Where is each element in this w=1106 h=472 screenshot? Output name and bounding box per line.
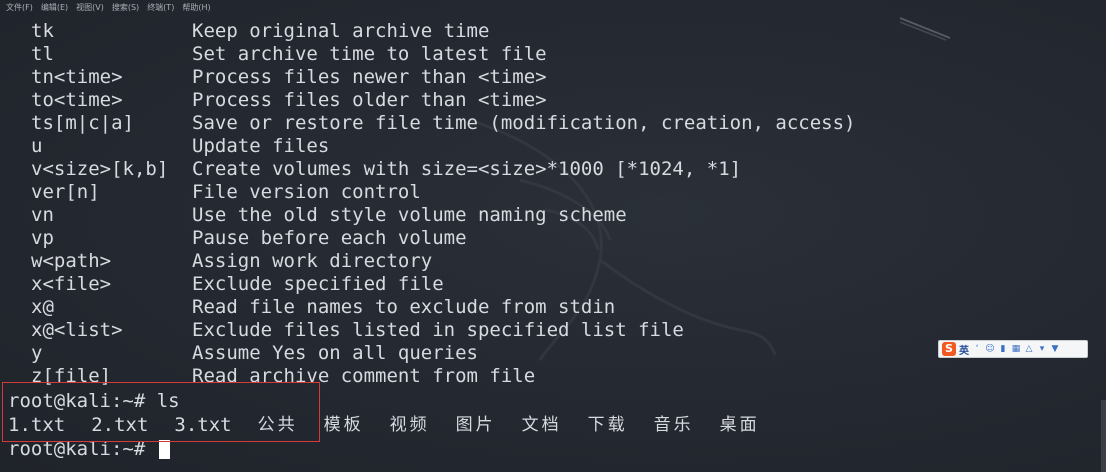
ls-entry: 文档: [521, 415, 562, 435]
option-description: Update files: [192, 135, 330, 157]
terminal-menubar: 文件(F) 编辑(E) 视图(V) 搜索(S) 终端(T) 帮助(H): [6, 2, 211, 14]
option-row: x@<list> Exclude files listed in specifie…: [0, 319, 1106, 342]
option-flag: tl: [31, 43, 54, 65]
prompt: root@kali:~#: [8, 390, 157, 412]
option-description: Read file names to exclude from stdin: [192, 296, 616, 318]
ime-toolbar[interactable]: S 英 ‘ ☺ ▮ ▦ △ ▾ ▼: [938, 340, 1088, 358]
option-flag: u: [31, 135, 43, 157]
option-flag: v<size>[k,b]: [31, 158, 169, 180]
ls-entry: 3.txt: [174, 414, 232, 436]
option-flag: x@<list>: [31, 319, 123, 341]
terminal-window[interactable]: 文件(F) 编辑(E) 视图(V) 搜索(S) 终端(T) 帮助(H) tk Ke…: [0, 0, 1106, 472]
option-description: Process files newer than <time>: [192, 66, 547, 88]
option-description: Create volumes with size=<size>*1000 [*1…: [192, 158, 742, 180]
option-row: ts[m|c|a] Save or restore file time (modi…: [0, 112, 1106, 135]
command-line: root@kali:~# ls: [8, 389, 1098, 413]
ls-entry: 桌面: [719, 415, 760, 435]
option-row: w<path> Assign work directory: [0, 250, 1106, 273]
option-description: Exclude specified file: [192, 273, 444, 295]
prompt: root@kali:~#: [8, 438, 157, 460]
menu-search[interactable]: 搜索(S): [112, 2, 139, 14]
sogou-logo-icon[interactable]: S: [942, 342, 956, 356]
ls-entry: 视频: [389, 415, 430, 435]
option-flag: vn: [31, 204, 54, 226]
microphone-icon[interactable]: ▮: [998, 343, 1008, 355]
option-flag: z[file]: [31, 365, 112, 387]
option-flag: tn<time>: [31, 66, 123, 88]
option-description: Use the old style volume naming scheme: [192, 204, 627, 226]
menu-terminal[interactable]: 终端(T): [147, 2, 174, 14]
menu-edit[interactable]: 编辑(E): [41, 2, 68, 14]
option-row: x<file> Exclude specified file: [0, 273, 1106, 296]
option-description: Assume Yes on all queries: [192, 342, 478, 364]
option-flag: x@: [31, 296, 54, 318]
menu-help[interactable]: 帮助(H): [182, 2, 210, 14]
option-description: Process files older than <time>: [192, 89, 547, 111]
option-row: u Update files: [0, 135, 1106, 158]
shirt-icon[interactable]: ▼: [1050, 343, 1060, 355]
option-description: Set archive time to latest file: [192, 43, 547, 65]
option-flag: vp: [31, 227, 54, 249]
ls-entry: 公共: [257, 415, 298, 435]
ls-entry: 2.txt: [91, 414, 149, 436]
skin-icon[interactable]: △: [1024, 343, 1034, 355]
option-description: Read archive comment from file: [192, 365, 536, 387]
option-row: ver[n] File version control: [0, 181, 1106, 204]
ls-entry: 下载: [587, 415, 628, 435]
option-row: z[file] Read archive comment from file: [0, 365, 1106, 388]
option-row: vn Use the old style volume naming scheme: [0, 204, 1106, 227]
option-description: File version control: [192, 181, 421, 203]
scrollbar[interactable]: [1101, 400, 1106, 472]
text-cursor: [158, 440, 170, 459]
option-flag: x<file>: [31, 273, 112, 295]
option-flag: y: [31, 342, 43, 364]
ls-entry: 模板: [323, 415, 364, 435]
option-row: tl Set archive time to latest file: [0, 43, 1106, 66]
tools-icon[interactable]: ▾: [1037, 343, 1047, 355]
command-text: ls: [156, 390, 180, 412]
option-description: Save or restore file time (modification,…: [192, 112, 856, 134]
option-description: Keep original archive time: [192, 20, 490, 42]
ls-entry: 图片: [455, 415, 496, 435]
option-row: v<size>[k,b] Create volumes with size=<si…: [0, 158, 1106, 181]
option-row: to<time> Process files older than <time>: [0, 89, 1106, 112]
ls-output: 1.txt 2.txt 3.txt 公共 模板 视频 图片 文档 下载 音乐 桌面: [8, 413, 1098, 437]
option-description: Assign work directory: [192, 250, 433, 272]
keyboard-icon[interactable]: ▦: [1011, 343, 1021, 355]
option-row: x@ Read file names to exclude from stdin: [0, 296, 1106, 319]
option-flag: to<time>: [31, 89, 123, 111]
option-flag: tk: [31, 20, 54, 42]
option-list: tk Keep original archive time tl Set archiv…: [0, 20, 1106, 388]
menu-file[interactable]: 文件(F): [6, 2, 33, 14]
language-toggle[interactable]: 英: [959, 343, 969, 357]
option-row: vp Pause before each volume: [0, 227, 1106, 250]
option-row: tk Keep original archive time: [0, 20, 1106, 43]
punctuation-icon[interactable]: ‘: [972, 343, 982, 355]
option-flag: ver[n]: [31, 181, 100, 203]
emoji-icon[interactable]: ☺: [985, 343, 995, 355]
shell-session[interactable]: root@kali:~# ls 1.txt 2.txt 3.txt 公共 模板 视频 图片 文…: [8, 389, 1098, 461]
active-prompt-line[interactable]: root@kali:~#: [8, 437, 1098, 461]
option-flag: w<path>: [31, 250, 112, 272]
option-description: Exclude files listed in specified list f…: [192, 319, 684, 341]
ls-entry: 音乐: [653, 415, 694, 435]
menu-view[interactable]: 视图(V): [76, 2, 104, 14]
ls-entry: 1.txt: [8, 414, 66, 436]
option-row: tn<time> Process files newer than <time>: [0, 66, 1106, 89]
option-flag: ts[m|c|a]: [31, 112, 134, 134]
option-description: Pause before each volume: [192, 227, 467, 249]
